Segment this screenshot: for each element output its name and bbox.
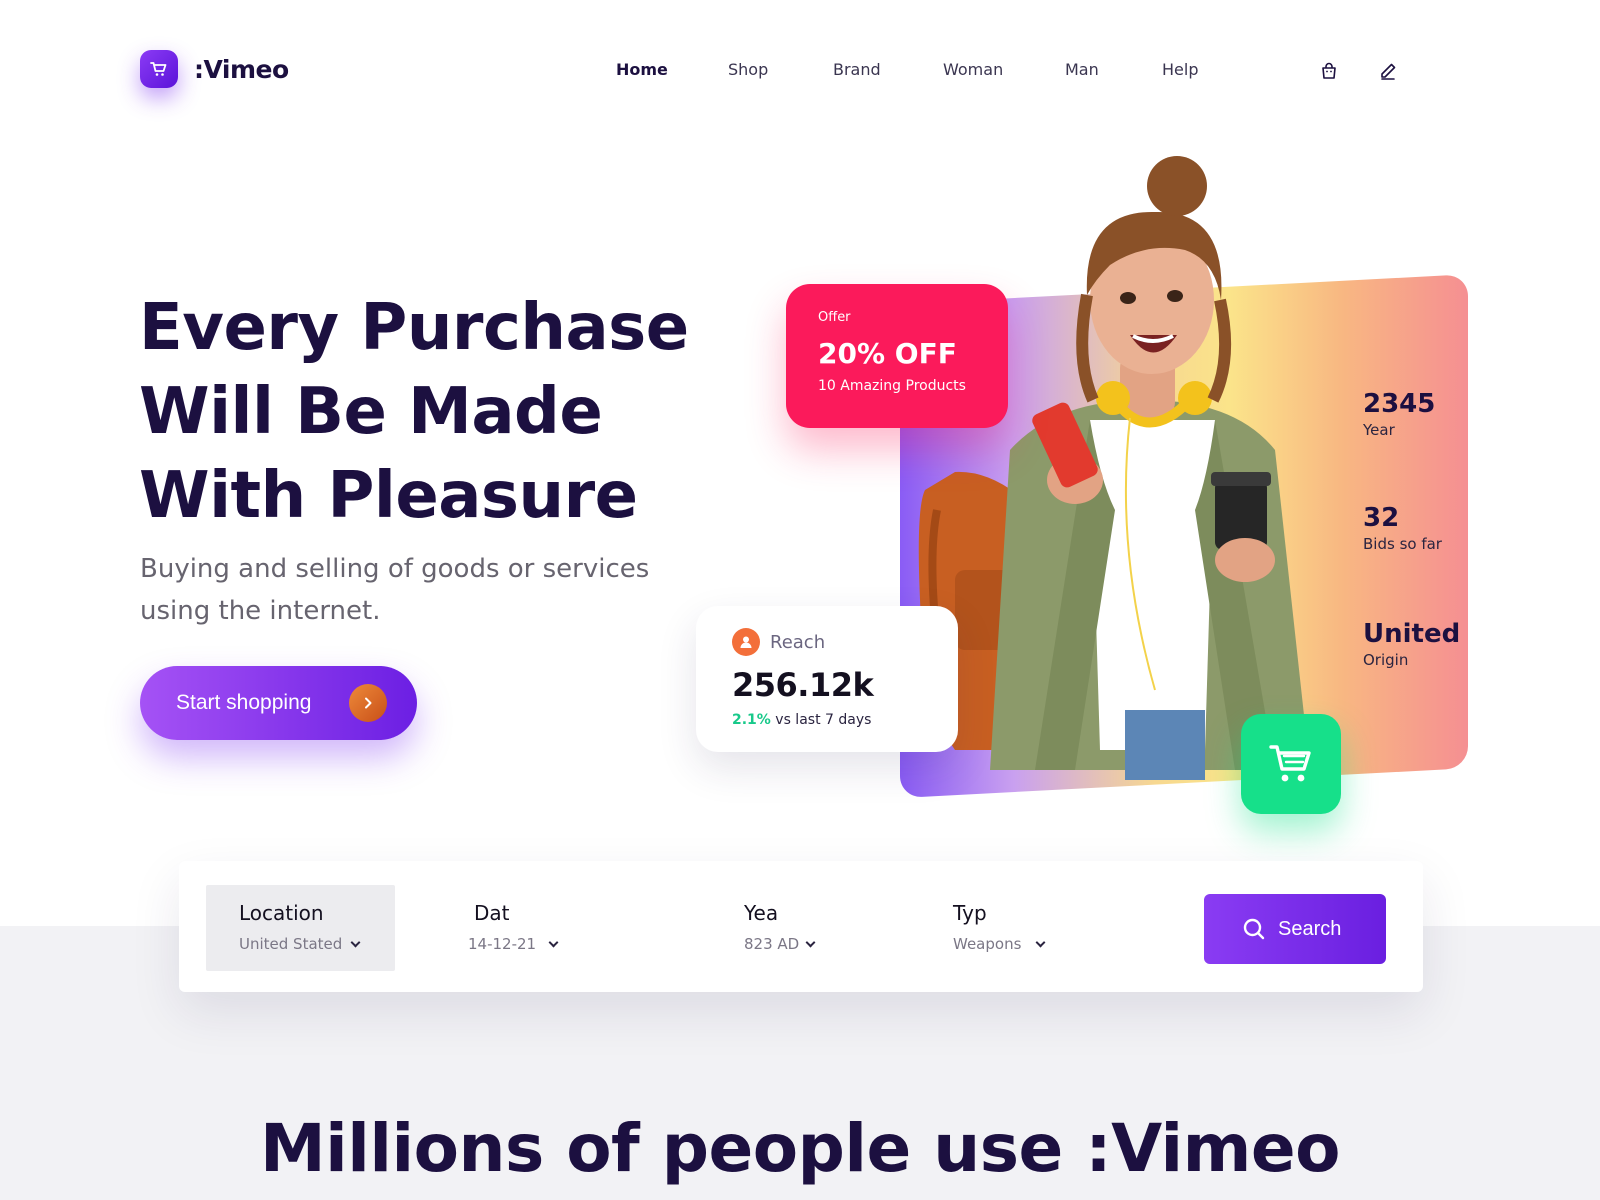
stat-bids: 32 Bids so far (1363, 503, 1442, 555)
date-value: 14-12-21 (468, 935, 537, 953)
chevron-down-icon (1035, 937, 1046, 947)
chevron-down-icon (805, 937, 816, 947)
field-label: Dat (474, 901, 510, 925)
start-shopping-button[interactable]: Start shopping (140, 666, 417, 740)
search-icon (1243, 918, 1265, 940)
reach-value: 256.12k (732, 666, 874, 704)
shopping-cart-icon (1269, 745, 1311, 782)
hero-title-line: With Pleasure (139, 459, 638, 533)
hero-title-line: Every Purchase (139, 291, 689, 365)
stat-label: Bids so far (1363, 535, 1442, 553)
user-icon (732, 628, 760, 656)
stat-year: 2345 Year (1363, 389, 1435, 441)
location-field[interactable]: Location United Stated (206, 885, 395, 971)
reach-delta: 2.1% (732, 712, 771, 728)
nav-brand[interactable]: Brand (833, 60, 881, 79)
section-heading: Millions of people use :Vimeo (259, 1110, 1341, 1187)
shopping-bag-icon[interactable] (1316, 58, 1342, 84)
brand-logo[interactable]: :Vimeo (140, 50, 289, 88)
stat-value: 32 (1363, 503, 1400, 533)
offer-tag: Offer (818, 310, 851, 325)
location-value: United Stated (239, 935, 343, 953)
cart-button[interactable] (1241, 714, 1341, 814)
search-bar: Location United Stated Dat 14-12-21 Yea … (179, 861, 1423, 992)
chevron-down-icon (350, 937, 361, 947)
reach-delta-suffix: vs last 7 days (770, 712, 872, 728)
brand-name: :Vimeo (194, 54, 289, 84)
search-button[interactable]: Search (1204, 894, 1386, 964)
cart-logo-icon (140, 50, 178, 88)
offer-headline: 20% OFF (818, 337, 957, 370)
reach-comparison: 2.1% vs last 7 days (732, 712, 958, 728)
hero-title: Every Purchase Will Be Made With Pleasur… (139, 286, 699, 538)
nav-man[interactable]: Man (1065, 60, 1099, 79)
search-button-label: Search (1278, 917, 1342, 940)
year-field[interactable]: Yea 823 AD (744, 885, 894, 971)
field-value: 823 AD (744, 935, 894, 953)
stat-value: 2345 (1363, 389, 1436, 419)
field-label: Yea (744, 901, 779, 925)
date-field[interactable]: Dat 14-12-21 (468, 885, 624, 971)
nav-woman[interactable]: Woman (943, 60, 1003, 79)
field-value: Weapons (953, 935, 1123, 953)
shopper-illustration (918, 156, 1310, 780)
start-shopping-label: Start shopping (176, 691, 312, 714)
nav-home[interactable]: Home (616, 60, 668, 79)
type-value: Weapons (953, 935, 1022, 953)
stat-origin: United Origin (1363, 619, 1460, 671)
stat-value: United (1363, 619, 1461, 649)
hero-subtitle: Buying and selling of goods or services … (140, 554, 650, 626)
offer-card[interactable]: Offer 20% OFF 10 Amazing Products (786, 284, 1008, 428)
nav-help[interactable]: Help (1162, 60, 1198, 79)
stat-label: Origin (1363, 651, 1409, 669)
nav-shop[interactable]: Shop (728, 60, 768, 79)
hero-title-line: Will Be Made (139, 375, 603, 449)
reach-card: Reach 256.12k 2.1% vs last 7 days (696, 606, 958, 752)
offer-description: 10 Amazing Products (818, 378, 966, 394)
field-label: Typ (953, 901, 987, 925)
year-value: 823 AD (744, 935, 800, 953)
field-value: 14-12-21 (468, 935, 624, 953)
type-field[interactable]: Typ Weapons (953, 885, 1123, 971)
reach-label: Reach (770, 631, 826, 653)
field-value: United Stated (239, 935, 395, 953)
field-label: Location (239, 901, 324, 925)
pencil-icon[interactable] (1375, 58, 1401, 84)
chevron-right-icon (349, 684, 387, 722)
chevron-down-icon (548, 937, 559, 947)
reach-header: Reach (732, 628, 958, 656)
stat-label: Year (1363, 421, 1395, 439)
